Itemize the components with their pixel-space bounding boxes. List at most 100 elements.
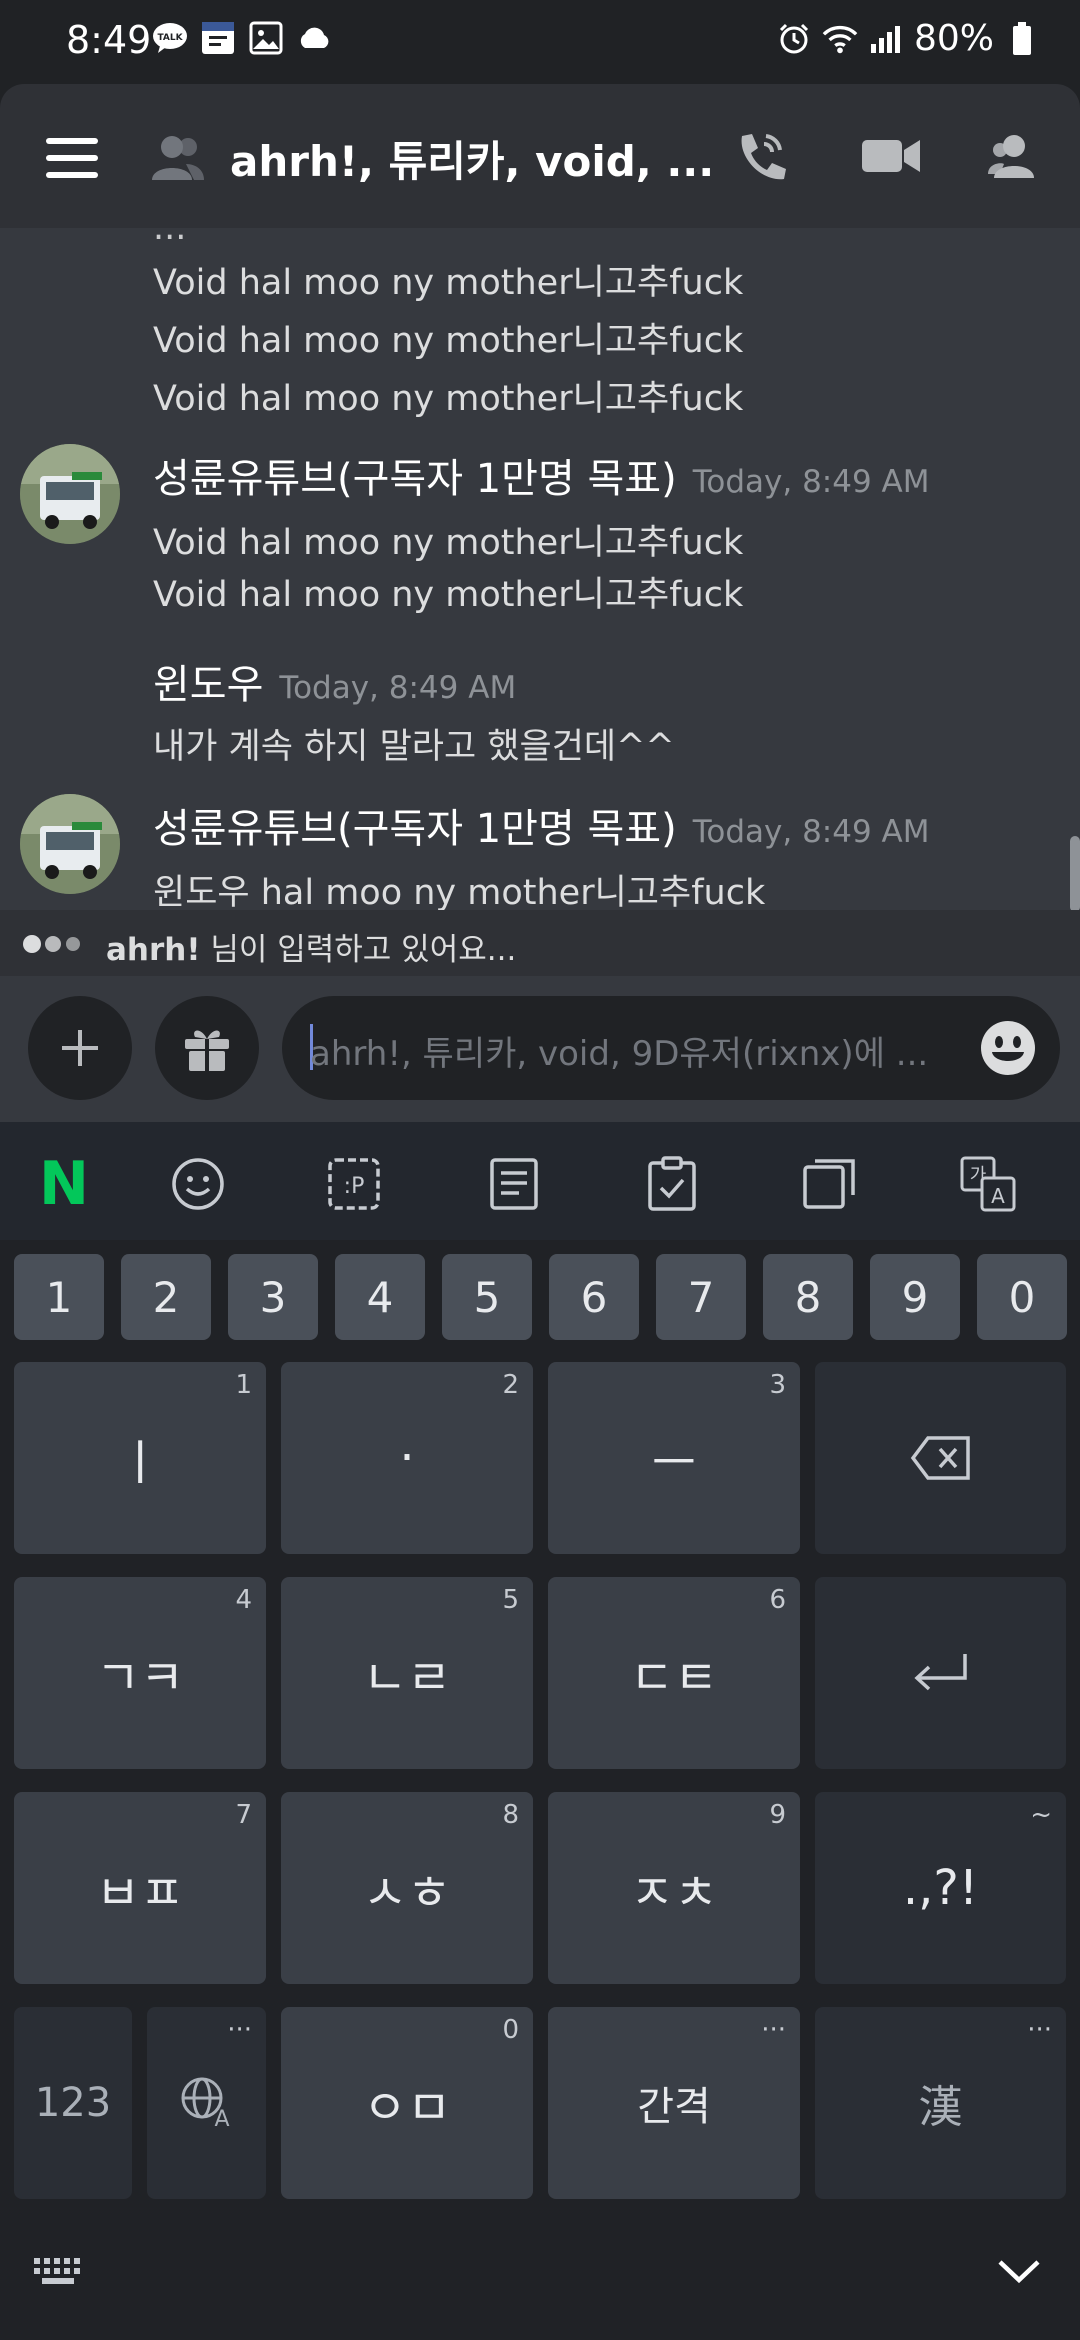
talk-badge-text: TALK xyxy=(157,33,183,43)
status-notification-icons: TALK xyxy=(152,20,332,56)
key-8[interactable]: 8 xyxy=(763,1254,853,1340)
key-bieup[interactable]: ㅂㅍ 7 xyxy=(14,1792,266,1984)
key-language[interactable]: A ··· xyxy=(147,2007,266,2199)
chevron-down-icon[interactable] xyxy=(996,2256,1042,2290)
keyboard: N :P 가A 1 2 3 4 5 6 7 8 9 0 ㅣ1 · 2 ㅡ 3 ㄱ… xyxy=(0,1122,1080,2340)
key-ieung[interactable]: ㅇㅁ 0 xyxy=(281,2007,533,2199)
naver-icon[interactable]: N xyxy=(36,1149,92,1219)
key-1[interactable]: 1 xyxy=(14,1254,104,1340)
status-bar: 8:49 TALK 80% xyxy=(0,0,1080,84)
gallery-icon xyxy=(248,20,284,56)
key-nieun[interactable]: ㄴㄹ 5 xyxy=(281,1577,533,1769)
typing-text: ahrh! 님이 입력하고 있어요... xyxy=(106,924,516,969)
key-vowel-dot[interactable]: · 2 xyxy=(281,1362,533,1554)
key-vowel-eu[interactable]: ㅡ3 xyxy=(548,1362,800,1554)
key-123[interactable]: 123 xyxy=(14,2007,132,2199)
cloud-icon xyxy=(296,20,332,56)
backspace-key[interactable] xyxy=(815,1362,1066,1554)
keyboard-toolbar: N :P 가A xyxy=(0,1122,1080,1240)
battery-icon xyxy=(1004,21,1040,57)
menu-icon[interactable] xyxy=(46,138,98,178)
members-icon[interactable] xyxy=(988,132,1044,186)
chat-scrollbar[interactable] xyxy=(1070,836,1080,910)
emoticon-icon[interactable]: :P xyxy=(326,1156,382,1212)
keyboard-bottom-bar xyxy=(0,2214,1080,2340)
key-6[interactable]: 6 xyxy=(549,1254,639,1340)
backspace-icon xyxy=(910,1436,970,1480)
svg-text:A: A xyxy=(214,2107,229,2130)
key-punctuation[interactable]: .,?! ~ xyxy=(815,1792,1066,1984)
keyboard-switch-icon[interactable] xyxy=(32,2254,88,2294)
chat-title[interactable]: ahrh!, 튜리카, void, ... xyxy=(230,128,714,189)
message-text: Void hal moo ny mother니고추fuck xyxy=(153,575,744,615)
key-7[interactable]: 7 xyxy=(656,1254,746,1340)
key-9[interactable]: 9 xyxy=(870,1254,960,1340)
key-digeut[interactable]: ㄷㅌ 6 xyxy=(548,1577,800,1769)
alarm-icon xyxy=(776,21,812,57)
key-5[interactable]: 5 xyxy=(442,1254,532,1340)
message-timestamp: Today, 8:49 AM xyxy=(692,814,930,850)
message-composer: ahrh!, 튜리카, void, 9D유저(rixnx)에 ... xyxy=(0,976,1080,1122)
author-name[interactable]: 윈도우 xyxy=(153,662,263,708)
talk-icon: TALK xyxy=(152,20,188,56)
key-jieut[interactable]: ㅈㅊ 9 xyxy=(548,1792,800,1984)
hanja-key[interactable]: 漢 ··· xyxy=(815,2007,1066,2199)
typing-user: ahrh! xyxy=(106,932,201,968)
key-giyeok[interactable]: ㄱㅋ 4 xyxy=(14,1577,266,1769)
message-timestamp: Today, 8:49 AM xyxy=(692,464,930,500)
typing-dots-icon xyxy=(22,934,84,958)
emoji-icon[interactable] xyxy=(980,1020,1036,1080)
message-text: Void hal moo ny mother니고추fuck xyxy=(153,523,744,563)
key-4[interactable]: 4 xyxy=(335,1254,425,1340)
svg-text::P: :P xyxy=(344,1174,365,1199)
message-text: Void hal moo ny mother니고추fuck xyxy=(153,321,744,361)
copy-icon[interactable] xyxy=(802,1156,858,1212)
author-name[interactable]: 성륜유튜브(구독자 1만명 목표) xyxy=(153,456,677,502)
calendar-icon xyxy=(200,20,236,56)
key-0[interactable]: 0 xyxy=(977,1254,1067,1340)
globe-icon: A xyxy=(181,2077,229,2130)
message-input[interactable]: ahrh!, 튜리카, void, 9D유저(rixnx)에 ... xyxy=(282,996,1060,1100)
message-text: Void hal moo ny mother니고추fuck xyxy=(153,379,744,419)
number-row: 1 2 3 4 5 6 7 8 9 0 xyxy=(0,1254,1080,1344)
space-key[interactable]: 간격 ··· xyxy=(548,2007,800,2199)
voice-call-icon[interactable] xyxy=(732,128,788,192)
message-author[interactable]: 성륜유튜브(구독자 1만명 목표) Today, 8:49 AM xyxy=(153,796,930,854)
key-3[interactable]: 3 xyxy=(228,1254,318,1340)
avatar[interactable] xyxy=(20,444,120,544)
typing-message: 님이 입력하고 있어요... xyxy=(210,932,517,968)
message-text: 윈도우 hal moo ny mother니고추fuck xyxy=(153,873,766,910)
message-text: ... xyxy=(153,228,187,248)
emoji-keyboard-icon[interactable] xyxy=(170,1156,226,1212)
video-call-icon[interactable] xyxy=(862,136,920,180)
message-text: Void hal moo ny mother니고추fuck xyxy=(153,263,744,303)
svg-text:가: 가 xyxy=(970,1165,987,1186)
group-dm-icon xyxy=(150,132,206,186)
status-right-icons: 80% xyxy=(776,18,1040,59)
translate-icon[interactable]: 가A xyxy=(960,1156,1016,1212)
message-input-placeholder: ahrh!, 튜리카, void, 9D유저(rixnx)에 ... xyxy=(310,1034,929,1074)
clipboard-icon[interactable] xyxy=(644,1156,700,1212)
chat-header: ahrh!, 튜리카, void, ... xyxy=(0,84,1080,228)
message-author[interactable]: 윈도우 Today, 8:49 AM xyxy=(153,652,516,710)
signal-icon xyxy=(868,21,904,57)
key-2[interactable]: 2 xyxy=(121,1254,211,1340)
avatar[interactable] xyxy=(20,794,120,894)
gift-icon xyxy=(185,1030,229,1071)
attach-button[interactable] xyxy=(28,996,132,1100)
key-vowel-i[interactable]: ㅣ1 xyxy=(14,1362,266,1554)
author-name[interactable]: 성륜유튜브(구독자 1만명 목표) xyxy=(153,806,677,852)
memo-icon[interactable] xyxy=(486,1156,542,1212)
plus-icon xyxy=(62,1030,98,1066)
message-timestamp: Today, 8:49 AM xyxy=(279,670,517,706)
status-time: 8:49 xyxy=(66,18,152,62)
enter-icon xyxy=(913,1654,967,1691)
typing-indicator: ahrh! 님이 입력하고 있어요... xyxy=(0,910,1080,976)
key-siot[interactable]: ㅅㅎ 8 xyxy=(281,1792,533,1984)
enter-key[interactable] xyxy=(815,1577,1066,1769)
battery-percent: 80% xyxy=(913,18,994,59)
gift-button[interactable] xyxy=(155,996,259,1100)
message-list[interactable]: ... Void hal moo ny mother니고추fuck Void h… xyxy=(0,228,1080,910)
message-author[interactable]: 성륜유튜브(구독자 1만명 목표) Today, 8:49 AM xyxy=(153,446,930,504)
svg-text:A: A xyxy=(991,1184,1005,1208)
